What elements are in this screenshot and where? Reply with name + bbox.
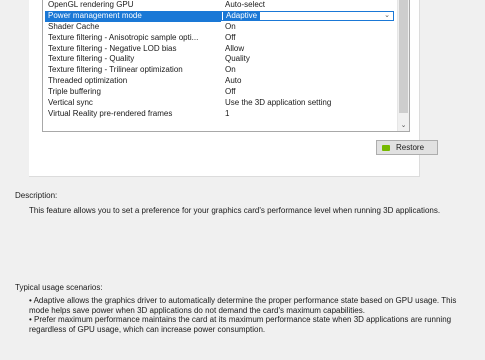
settings-row-trilinear-opt[interactable]: Texture filtering - Trilinear optimizati… (43, 65, 409, 76)
feature-value: On (225, 21, 236, 31)
feature-name: Power management mode (45, 10, 221, 22)
description-label: Description: (15, 191, 58, 200)
description-text: This feature allows you to set a prefere… (29, 206, 441, 215)
feature-name: Vertical sync (48, 98, 93, 108)
settings-row-vertical-sync[interactable]: Vertical sync Use the 3D application set… (43, 98, 409, 109)
feature-value: Auto-select (225, 0, 266, 9)
settings-list[interactable]: OpenGL rendering GPU Auto-select Power m… (42, 0, 410, 132)
usage-text: • Adaptive allows the graphics driver to… (29, 296, 474, 334)
feature-name: Texture filtering - Quality (48, 54, 135, 64)
scrollbar-thumb[interactable] (399, 0, 408, 113)
settings-row-texture-quality[interactable]: Texture filtering - Quality Quality (43, 54, 409, 65)
feature-value: Allow (225, 43, 245, 53)
chevron-down-icon[interactable]: ⌄ (398, 121, 409, 129)
vertical-scrollbar[interactable]: ⌄ (397, 0, 409, 131)
dropdown-selected-value: Adaptive (223, 11, 261, 20)
settings-row-shader-cache[interactable]: Shader Cache On (43, 22, 409, 33)
nvidia-control-panel-page: OpenGL rendering GPU Auto-select Power m… (0, 0, 485, 360)
settings-row-vr-prerendered[interactable]: Virtual Reality pre-rendered frames 1 (43, 109, 409, 120)
feature-value: On (225, 65, 236, 75)
feature-value: Use the 3D application setting (225, 98, 332, 108)
feature-name: Texture filtering - Anisotropic sample o… (48, 32, 199, 42)
feature-name: Triple buffering (48, 87, 101, 97)
settings-row-opengl-gpu[interactable]: OpenGL rendering GPU Auto-select (43, 0, 409, 11)
feature-name: Shader Cache (48, 21, 100, 31)
feature-name: Threaded optimization (48, 76, 128, 86)
feature-name: Texture filtering - Trilinear optimizati… (48, 65, 183, 75)
feature-name: Virtual Reality pre-rendered frames (48, 108, 173, 118)
feature-value: Quality (225, 54, 250, 64)
feature-value: Auto (225, 76, 242, 86)
usage-label: Typical usage scenarios: (15, 283, 103, 292)
usage-item-adaptive: • Adaptive allows the graphics driver to… (29, 296, 457, 315)
restore-button[interactable]: Restore (376, 140, 438, 155)
restore-button-label: Restore (396, 143, 425, 152)
power-mode-dropdown[interactable]: Adaptive ⌄ (221, 10, 394, 21)
usage-item-max-performance: • Prefer maximum performance maintains t… (29, 315, 452, 334)
feature-value: 1 (225, 108, 230, 118)
feature-value: Off (225, 32, 236, 42)
feature-name: OpenGL rendering GPU (48, 0, 134, 9)
settings-row-negative-lod[interactable]: Texture filtering - Negative LOD bias Al… (43, 44, 409, 55)
feature-name: Texture filtering - Negative LOD bias (48, 43, 177, 53)
settings-row-anisotropic-opt[interactable]: Texture filtering - Anisotropic sample o… (43, 33, 409, 44)
settings-panel: OpenGL rendering GPU Auto-select Power m… (29, 0, 438, 177)
nvidia-icon (382, 145, 390, 151)
settings-row-triple-buffering[interactable]: Triple buffering Off (43, 87, 409, 98)
settings-row-threaded-opt[interactable]: Threaded optimization Auto (43, 76, 409, 87)
settings-row-power-management[interactable]: Power management mode Adaptive ⌄ (43, 10, 409, 22)
feature-value: Off (225, 87, 236, 97)
chevron-down-icon[interactable]: ⌄ (384, 11, 390, 21)
